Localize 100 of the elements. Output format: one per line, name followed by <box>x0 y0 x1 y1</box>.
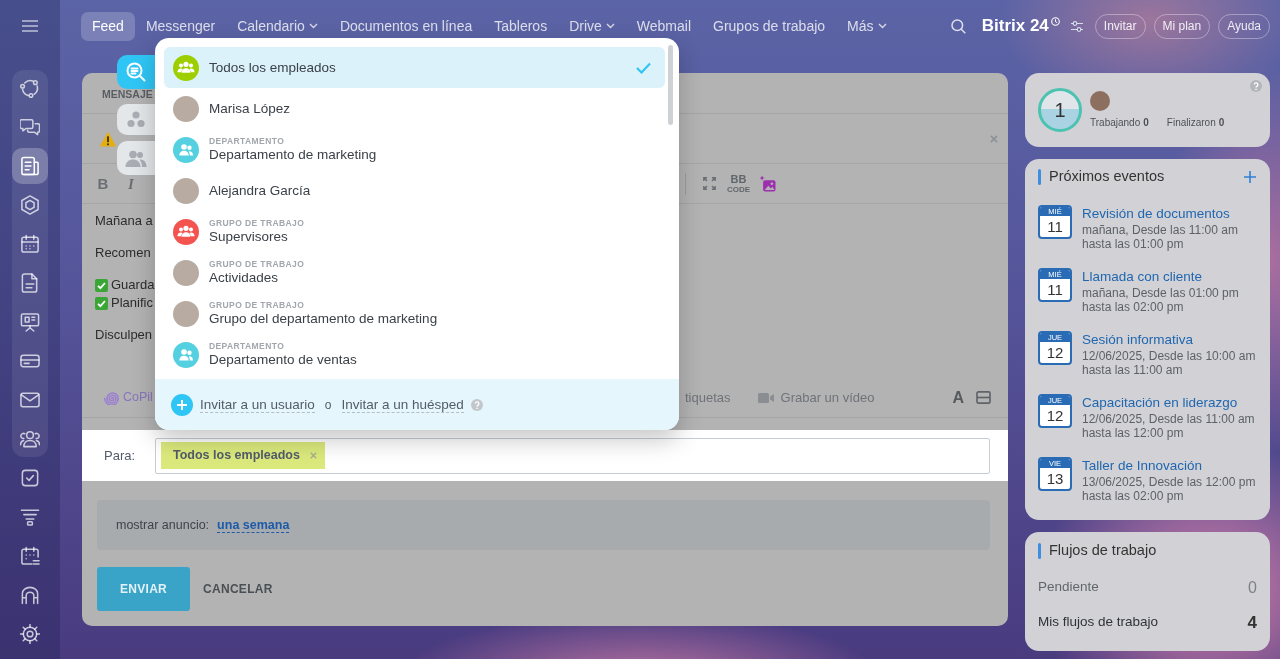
event-title-link[interactable]: Sesión informativa <box>1082 331 1262 349</box>
separator-text: o <box>324 396 332 414</box>
nav-tab[interactable]: Feed <box>81 11 135 41</box>
event-time: mañana, Desde las 01:00 pm hasta las 02:00 pm <box>1082 286 1240 314</box>
spiral-icon <box>104 390 119 405</box>
invite-user-link[interactable]: Invitar a un usuario <box>200 396 315 413</box>
nav-tab[interactable]: Drive <box>558 11 626 41</box>
row-count: 4 <box>1247 611 1257 634</box>
warning-icon <box>99 130 117 147</box>
recipient-option[interactable]: DEPARTAMENTO Departamento de ventas <box>164 334 665 375</box>
nav-tab[interactable]: Documentos en línea <box>328 11 484 41</box>
scrollbar[interactable] <box>668 45 673 125</box>
arch-icon <box>20 585 40 605</box>
event-time: 12/06/2025, Desde las 11:00 am hasta las 12:00 pm <box>1082 412 1256 440</box>
row-label[interactable]: Pendiente <box>1038 577 1099 598</box>
nav-tab[interactable]: Webmail <box>625 11 702 41</box>
field-label: Para: <box>104 446 137 465</box>
avatar <box>1090 91 1110 111</box>
option-name: Departamento de ventas <box>209 352 357 368</box>
event-title-link[interactable]: Revisión de documentos <box>1082 205 1262 223</box>
recipient-option[interactable]: Alejandra García <box>164 170 665 211</box>
document-icon <box>20 273 40 293</box>
send-button[interactable]: ENVIAR <box>97 567 190 611</box>
accent-bar <box>1038 543 1041 559</box>
avatar <box>173 95 199 122</box>
recipient-option[interactable]: DEPARTAMENTO Departamento de marketing <box>164 129 665 170</box>
hexagon-icon <box>20 195 40 215</box>
cancel-button[interactable]: CANCELAR <box>195 576 281 602</box>
search-icon[interactable] <box>950 18 966 34</box>
invite-guest-link[interactable]: Invitar a un huésped <box>341 396 464 413</box>
nav-tab[interactable]: Grupos de trabajo <box>702 11 837 41</box>
recipient-option[interactable]: GRUPO DE TRABAJO Actividades <box>164 252 665 293</box>
checkbox-icon <box>20 468 40 488</box>
event-title-link[interactable]: Taller de Innovación <box>1082 457 1262 475</box>
recipient-tag[interactable]: Todos los empleados <box>161 442 325 469</box>
day-number: 13 <box>1045 469 1065 489</box>
event-time: 12/06/2025, Desde las 10:00 am hasta las 11:00 am <box>1082 349 1257 377</box>
nav-tab[interactable]: Calendario <box>226 11 329 41</box>
mail-icon <box>20 390 40 410</box>
italic-button[interactable]: I <box>124 174 138 193</box>
option-caption: DEPARTAMENTO <box>209 341 285 352</box>
add-icon[interactable] <box>1244 171 1256 183</box>
bold-button[interactable]: B <box>96 174 110 193</box>
recipient-option[interactable]: GRUPO DE TRABAJO Grupo del departamento de marketing <box>164 293 665 334</box>
sliders-icon[interactable] <box>1070 20 1083 32</box>
option-name: Actividades <box>209 270 279 286</box>
option-caption: GRUPO DE TRABAJO <box>209 300 305 311</box>
funnel-icon <box>20 507 40 527</box>
announcement-label: mostrar anuncio: <box>116 516 210 534</box>
tick-box-icon <box>95 278 108 292</box>
day-number: 11 <box>1046 217 1064 237</box>
editor-text: Recomen <box>95 244 151 262</box>
calendar-icon <box>20 234 40 254</box>
bbcode-button[interactable]: BB CODE <box>727 173 751 194</box>
event-title-link[interactable]: Capacitación en liderazgo <box>1082 394 1262 412</box>
image-sparkle-icon[interactable] <box>759 175 777 192</box>
dotted-circle-icon <box>20 78 40 98</box>
option-name: Alejandra García <box>209 182 311 199</box>
duration-link[interactable]: una semana <box>217 517 290 533</box>
row-label[interactable]: Mis flujos de trabajo <box>1038 612 1159 633</box>
event-time: mañana, Desde las 11:00 am hasta las 01:00 pm <box>1082 223 1239 251</box>
sidebar-item[interactable] <box>12 148 48 184</box>
editor-text: Mañana a <box>95 212 153 230</box>
option-name: Marisa López <box>209 100 291 117</box>
panel-icon[interactable] <box>976 391 991 404</box>
menu-icon[interactable] <box>22 20 38 32</box>
event-title-link[interactable]: Llamada con cliente <box>1082 268 1262 286</box>
option-caption: GRUPO DE TRABAJO <box>209 218 305 229</box>
day-number: 11 <box>1046 280 1064 300</box>
text-format-button[interactable]: A <box>952 388 964 407</box>
nav-tab[interactable]: Tableros <box>483 11 559 41</box>
accent-bar <box>1038 169 1041 185</box>
settings-icon <box>20 624 40 644</box>
day-number: 12 <box>1045 406 1065 426</box>
option-name: Supervisores <box>209 229 288 245</box>
nav-tab[interactable]: Más <box>836 11 898 41</box>
recipient-option[interactable]: GRUPO DE TRABAJO Supervisores <box>164 211 665 252</box>
card-title: Flujos de trabajo <box>1049 541 1157 561</box>
logo-text[interactable]: Bitrix 24 <box>981 13 1049 39</box>
video-button[interactable]: Grabar un vídeo <box>757 387 875 408</box>
event-time: 13/06/2025, Desde las 12:00 pm hasta las 02:00 pm <box>1082 475 1257 503</box>
counter-ring: 1 <box>1038 88 1082 132</box>
editor-text: Disculpen <box>95 326 153 344</box>
chat-bubbles-icon <box>20 117 40 137</box>
row-count: 0 <box>1248 577 1257 598</box>
nav-tab[interactable]: Messenger <box>134 11 227 41</box>
recipient-option[interactable]: Marisa López <box>164 88 665 129</box>
stat-label: Finalizaron <box>1166 117 1216 129</box>
calendar-list-icon <box>20 546 40 566</box>
card-title: Próximos eventos <box>1049 167 1165 187</box>
recipients-field[interactable]: Todos los empleados <box>155 437 990 474</box>
day-number: 12 <box>1045 343 1065 363</box>
tags-button[interactable]: tiquetas <box>685 387 731 408</box>
fullscreen-icon[interactable] <box>703 177 716 190</box>
option-caption: DEPARTAMENTO <box>209 136 285 147</box>
side-tab[interactable] <box>117 55 155 89</box>
option-name: Departamento de marketing <box>209 147 377 163</box>
form-tab[interactable]: MENSAJE <box>102 89 153 100</box>
recipient-option[interactable]: Todos los empleados <box>164 47 665 88</box>
stat-value: 0 <box>1218 117 1225 129</box>
